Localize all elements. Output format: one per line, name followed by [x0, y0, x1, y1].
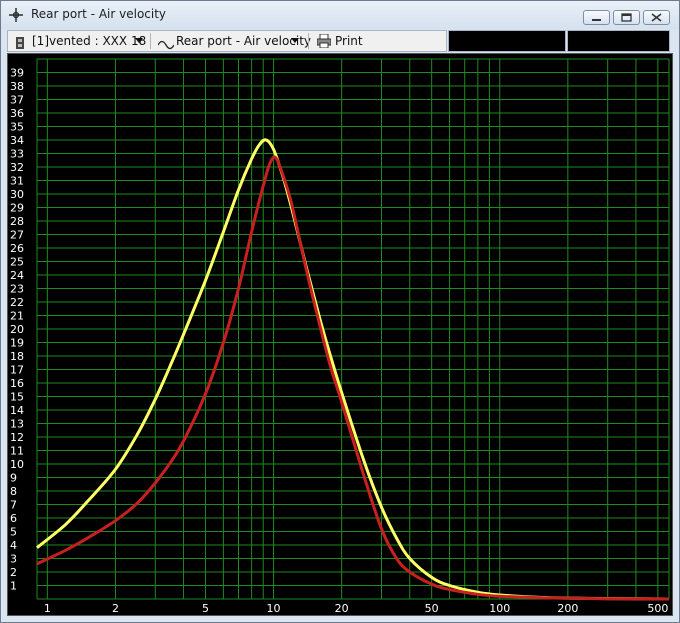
x-tick-label: 100 [489, 602, 510, 615]
chart-background [8, 54, 672, 615]
y-tick-label: 28 [10, 215, 24, 228]
config-label: [1]vented : XXX 18 [32, 34, 147, 48]
toolbar: [1]vented : XXX 18 Rear port - Air veloc… [7, 30, 447, 52]
y-tick-label: 2 [10, 566, 17, 579]
plot-window: Rear port - Air velocity [1]vented : XXX… [0, 0, 680, 623]
y-tick-label: 5 [10, 526, 17, 539]
y-tick-label: 33 [10, 148, 24, 161]
y-tick-label: 36 [10, 107, 24, 120]
readout-box-right [567, 30, 670, 52]
y-tick-label: 11 [10, 445, 24, 458]
restore-icon [614, 11, 639, 24]
x-tick-label: 20 [335, 602, 349, 615]
chevron-down-icon [291, 38, 299, 43]
y-tick-label: 19 [10, 337, 24, 350]
window-title: Rear port - Air velocity [31, 7, 167, 21]
y-tick-label: 20 [10, 323, 24, 336]
y-tick-label: 30 [10, 188, 24, 201]
y-tick-label: 29 [10, 202, 24, 215]
y-tick-label: 14 [10, 404, 24, 417]
air-velocity-chart: 1234567891011121314151617181920212223242… [8, 54, 672, 615]
y-tick-label: 39 [10, 67, 24, 80]
y-tick-label: 13 [10, 418, 24, 431]
y-tick-label: 21 [10, 310, 24, 323]
minimize-icon [584, 11, 609, 24]
y-tick-label: 7 [10, 499, 17, 512]
x-tick-label: 2 [112, 602, 119, 615]
y-tick-label: 3 [10, 553, 17, 566]
print-label: Print [335, 34, 363, 48]
print-button[interactable]: Print [315, 31, 375, 51]
y-tick-label: 26 [10, 242, 24, 255]
restore-button[interactable] [613, 10, 640, 25]
y-tick-label: 18 [10, 350, 24, 363]
y-tick-label: 24 [10, 269, 24, 282]
y-tick-label: 32 [10, 161, 24, 174]
x-tick-label: 1 [44, 602, 51, 615]
x-tick-label: 500 [647, 602, 668, 615]
x-tick-label: 200 [557, 602, 578, 615]
toolbar-divider [150, 33, 151, 49]
y-tick-label: 12 [10, 431, 24, 444]
y-tick-label: 10 [10, 458, 24, 471]
y-tick-label: 15 [10, 391, 24, 404]
chevron-down-icon [135, 38, 143, 43]
y-tick-label: 16 [10, 377, 24, 390]
crosshair-icon [9, 8, 23, 22]
y-tick-label: 1 [10, 580, 17, 593]
x-tick-label: 10 [267, 602, 281, 615]
printer-icon [316, 33, 332, 54]
y-tick-label: 22 [10, 296, 24, 309]
toolbar-divider [308, 33, 309, 49]
y-tick-label: 17 [10, 364, 24, 377]
minimize-button[interactable] [583, 10, 610, 25]
y-tick-label: 23 [10, 283, 24, 296]
speaker-icon [15, 35, 25, 55]
x-tick-label: 5 [202, 602, 209, 615]
y-tick-label: 35 [10, 121, 24, 134]
y-tick-label: 27 [10, 229, 24, 242]
y-tick-label: 31 [10, 175, 24, 188]
readout-box-left [448, 30, 566, 52]
y-tick-label: 9 [10, 472, 17, 485]
x-tick-label: 50 [425, 602, 439, 615]
y-tick-label: 38 [10, 80, 24, 93]
y-tick-label: 4 [10, 539, 17, 552]
chart-area: 1 2 3 4 5 6 7 8 9 10 11 12 13 14 15 16 17 18 19 20 21 22 23 24 2… [7, 53, 673, 616]
config-dropdown[interactable]: [1]vented : XXX 18 [13, 31, 153, 51]
y-tick-label: 37 [10, 94, 24, 107]
close-button[interactable] [643, 10, 670, 25]
y-tick-label: 8 [10, 485, 17, 498]
y-tick-label: 25 [10, 256, 24, 269]
close-icon [644, 11, 669, 24]
y-tick-label: 6 [10, 512, 17, 525]
graph-dropdown[interactable]: Rear port - Air velocity [157, 31, 311, 51]
title-bar[interactable]: Rear port - Air velocity [1, 1, 679, 29]
y-tick-label: 34 [10, 134, 24, 147]
